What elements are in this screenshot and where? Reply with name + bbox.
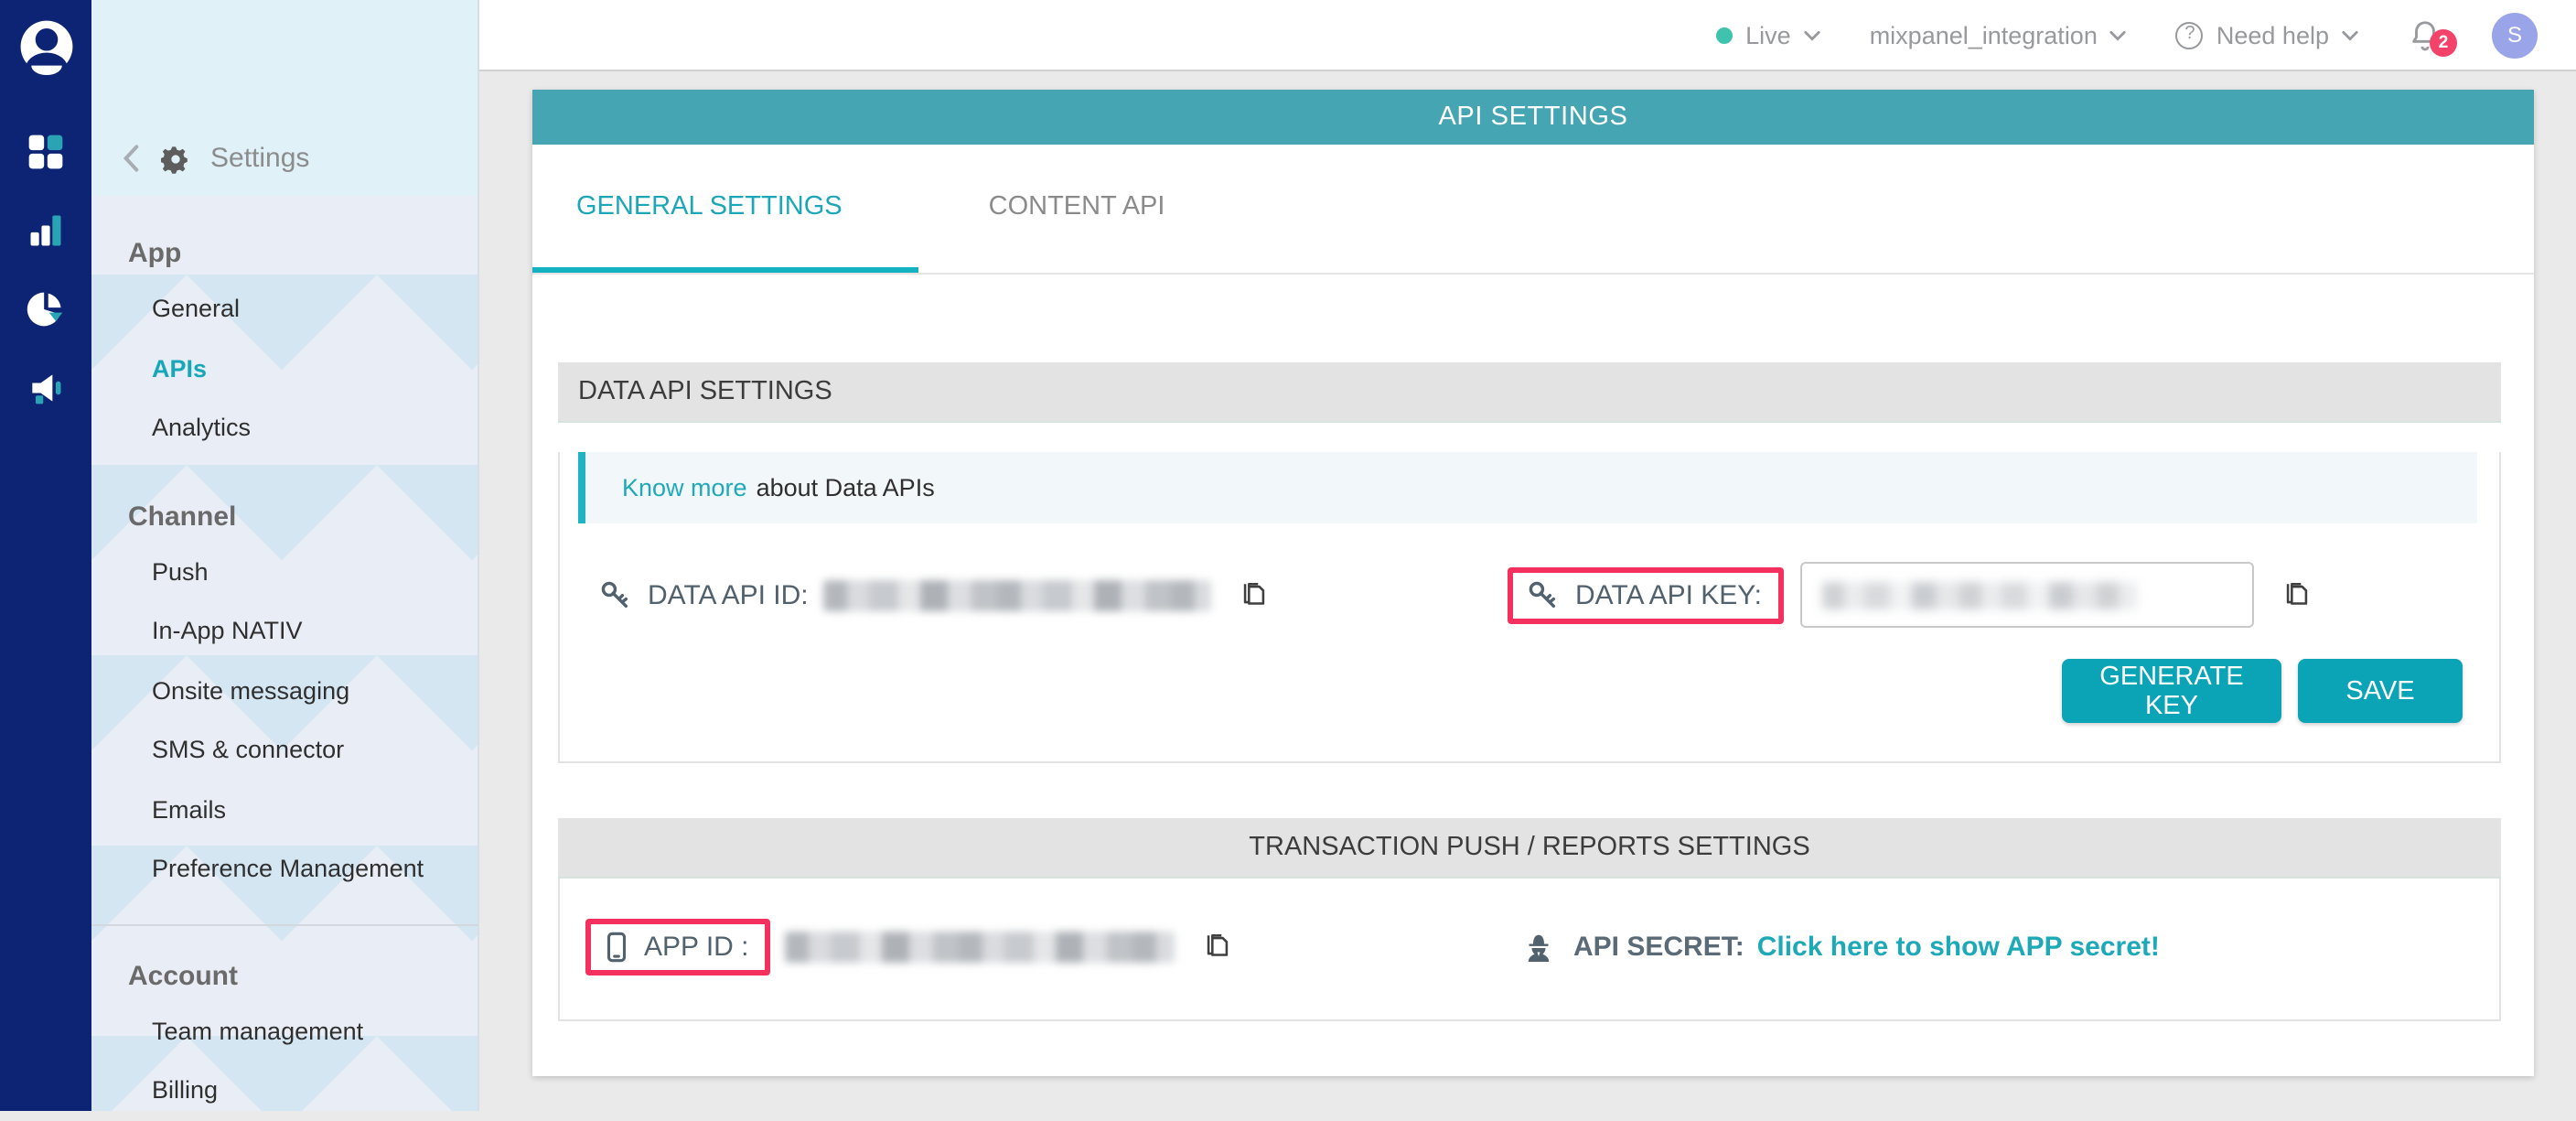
data-api-id-label: DATA API ID: bbox=[648, 579, 809, 610]
data-api-key-label: DATA API KEY: bbox=[1575, 579, 1762, 610]
key-icon bbox=[600, 579, 631, 610]
know-more-infobox: Know more about Data APIs bbox=[578, 452, 2477, 523]
live-status-dot bbox=[1716, 27, 1733, 43]
sidebar-item-preference-management[interactable]: Preference Management bbox=[91, 840, 478, 900]
section-heading-account: Account bbox=[91, 960, 478, 991]
sidebar-item-onsite-messaging[interactable]: Onsite messaging bbox=[91, 662, 478, 721]
question-mark-icon: ? bbox=[2176, 21, 2204, 49]
notification-count-badge: 2 bbox=[2430, 28, 2457, 56]
brand-logo-icon[interactable] bbox=[17, 18, 74, 75]
copy-icon[interactable] bbox=[1239, 579, 1270, 610]
sidebar-item-push[interactable]: Push bbox=[91, 543, 478, 602]
page-title: API SETTINGS bbox=[532, 90, 2534, 145]
copy-icon[interactable] bbox=[1203, 932, 1234, 963]
need-help-menu[interactable]: ? Need help bbox=[2176, 21, 2358, 49]
tab-general-settings[interactable]: GENERAL SETTINGS bbox=[532, 145, 919, 273]
sidebar-item-sms-connector[interactable]: SMS & connector bbox=[91, 721, 478, 781]
sidebar-item-team-management[interactable]: Team management bbox=[91, 1002, 478, 1062]
notifications-button[interactable]: 2 bbox=[2408, 17, 2442, 52]
sidebar-item-general[interactable]: General bbox=[91, 280, 478, 340]
api-secret-label: API SECRET: bbox=[1573, 932, 1744, 963]
generate-key-button[interactable]: GENERATE KEY bbox=[2062, 659, 2281, 723]
sidebar-section-channel: Channel Push In-App NATIV Onsite messagi… bbox=[91, 458, 478, 900]
section-heading-app: App bbox=[91, 238, 478, 269]
main-content: API SETTINGS GENERAL SETTINGS CONTENT AP… bbox=[478, 71, 2576, 1111]
sidebar-item-billing[interactable]: Billing bbox=[91, 1062, 478, 1121]
data-api-key-row: DATA API KEY: bbox=[1508, 562, 2313, 628]
sidebar-item-inapp-nativ[interactable]: In-App NATIV bbox=[91, 602, 478, 662]
environment-selector[interactable]: Live bbox=[1716, 21, 1820, 49]
sidebar-item-emails[interactable]: Emails bbox=[91, 781, 478, 840]
chevron-down-icon bbox=[2110, 27, 2127, 43]
environment-label: Live bbox=[1745, 21, 1791, 49]
sidebar-section-app: App General APIs Analytics bbox=[91, 196, 478, 458]
project-name: mixpanel_integration bbox=[1870, 21, 2098, 49]
project-selector[interactable]: mixpanel_integration bbox=[1870, 21, 2127, 49]
settings-sidebar: Settings App General APIs Analytics Chan… bbox=[91, 0, 479, 1111]
need-help-label: Need help bbox=[2216, 21, 2329, 49]
data-api-key-highlight: DATA API KEY: bbox=[1508, 566, 1784, 623]
app-id-row: APP ID : bbox=[560, 919, 1522, 975]
app-id-highlight: APP ID : bbox=[585, 919, 771, 975]
sidebar-section-account: Account Team management Billing bbox=[91, 925, 478, 1121]
bar-chart-icon[interactable] bbox=[24, 209, 68, 253]
save-button[interactable]: SAVE bbox=[2298, 659, 2463, 723]
sidebar-title: Settings bbox=[210, 143, 309, 174]
sidebar-header: Settings bbox=[91, 0, 478, 196]
sidebar-item-apis[interactable]: APIs bbox=[91, 340, 478, 399]
section-heading-channel: Channel bbox=[91, 501, 478, 532]
app-rail bbox=[0, 0, 91, 1111]
chevron-down-icon bbox=[1804, 27, 1820, 43]
dashboard-grid-icon[interactable] bbox=[24, 130, 68, 174]
copy-icon[interactable] bbox=[2281, 579, 2313, 610]
button-row: GENERATE KEY SAVE bbox=[560, 659, 2499, 761]
data-api-id-row: DATA API ID: bbox=[560, 579, 1508, 610]
api-settings-card: API SETTINGS GENERAL SETTINGS CONTENT AP… bbox=[532, 90, 2534, 1076]
megaphone-icon[interactable] bbox=[24, 366, 68, 410]
data-api-settings-section: DATA API SETTINGS Know more about Data A… bbox=[558, 362, 2501, 763]
user-avatar[interactable]: S bbox=[2492, 12, 2538, 58]
mobile-phone-icon bbox=[606, 932, 628, 963]
know-more-text: about Data APIs bbox=[757, 474, 935, 501]
data-api-section-title: DATA API SETTINGS bbox=[558, 362, 2501, 423]
transaction-section-title: TRANSACTION PUSH / REPORTS SETTINGS bbox=[558, 818, 2501, 878]
top-bar: Live mixpanel_integration ? Need help 2 … bbox=[478, 0, 2576, 71]
transaction-settings-section: TRANSACTION PUSH / REPORTS SETTINGS APP … bbox=[558, 818, 2501, 1021]
data-api-id-value-redacted bbox=[823, 579, 1211, 610]
key-icon bbox=[1528, 579, 1559, 610]
api-secret-row: API SECRET: Click here to show APP secre… bbox=[1522, 931, 2160, 964]
data-api-key-value-redacted bbox=[1822, 581, 2137, 609]
chevron-down-icon bbox=[2342, 27, 2358, 43]
know-more-link[interactable]: Know more bbox=[622, 474, 747, 501]
tab-content-api[interactable]: CONTENT API bbox=[945, 145, 1217, 273]
gear-icon bbox=[161, 144, 190, 173]
pie-chart-icon[interactable] bbox=[24, 287, 68, 331]
data-api-key-input[interactable] bbox=[1800, 562, 2254, 628]
show-app-secret-link[interactable]: Click here to show APP secret! bbox=[1757, 932, 2160, 963]
app-id-value-redacted bbox=[786, 932, 1175, 963]
back-chevron-icon[interactable] bbox=[123, 144, 141, 173]
tab-bar: GENERAL SETTINGS CONTENT API bbox=[532, 145, 2534, 275]
sidebar-item-analytics[interactable]: Analytics bbox=[91, 399, 478, 458]
secret-agent-icon bbox=[1522, 931, 1555, 964]
app-id-label: APP ID : bbox=[644, 932, 749, 963]
